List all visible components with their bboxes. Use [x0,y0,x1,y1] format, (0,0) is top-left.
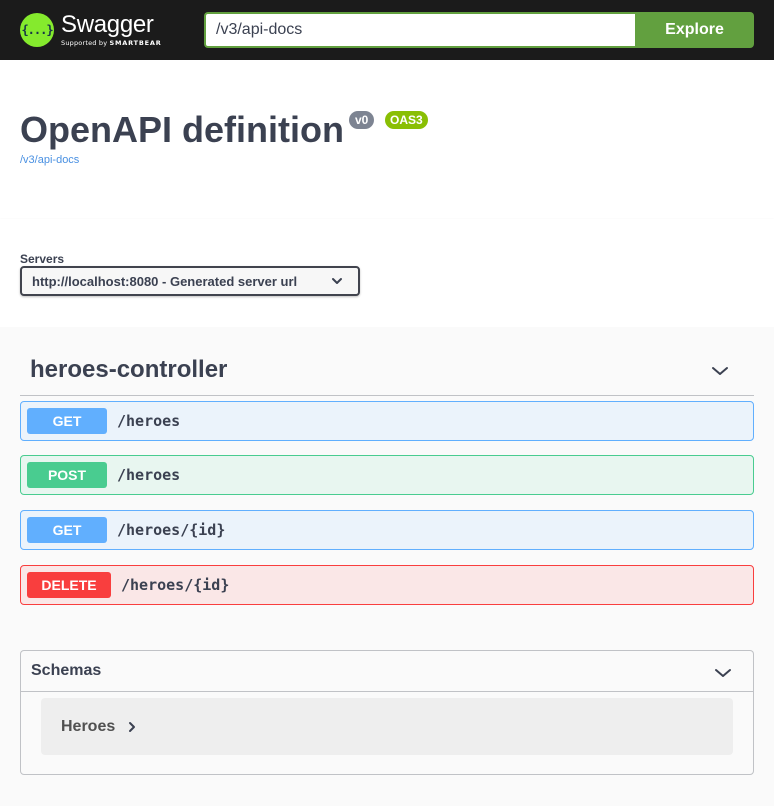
servers-label: Servers [20,252,65,266]
version-badge: v0 [349,111,375,129]
model-name: Heroes [61,717,116,735]
chevron-right-icon[interactable] [127,721,137,733]
schemas-section: Schemas Heroes [20,650,754,775]
chevron-down-icon [330,274,344,293]
chevron-down-icon[interactable] [710,361,730,386]
explore-button[interactable]: Explore [635,12,754,48]
api-url-input[interactable] [204,12,635,48]
operation-path: /heroes [117,466,181,484]
schemas-title: Schemas [31,662,102,679]
model-heroes[interactable]: Heroes [41,698,733,755]
logo-name: Swagger [61,10,154,38]
swagger-logo-icon: {...} [20,13,54,47]
logo-text: Swagger Supported by SMARTBEAR [61,10,162,48]
schemas-header[interactable]: Schemas [21,651,753,692]
servers-select[interactable]: http://localhost:8080 - Generated server… [20,266,360,296]
topbar: {...} Swagger Supported by SMARTBEAR Exp… [0,0,774,60]
operation-path: /heroes/{id} [117,521,226,539]
swagger-logo[interactable]: {...} Swagger Supported by SMARTBEAR [20,11,162,49]
operation-delete-hero-by-id[interactable]: DELETE /heroes/{id} [20,565,754,605]
logo-subtitle: Supported by SMARTBEAR [61,39,162,48]
operation-get-heroes[interactable]: GET /heroes [20,401,754,441]
operation-path: /heroes [117,412,181,430]
tag-title: heroes-controller [30,356,228,383]
page-title: OpenAPI definition [20,109,344,150]
operation-get-hero-by-id[interactable]: GET /heroes/{id} [20,510,754,550]
method-badge-delete: DELETE [27,572,111,598]
logo-subtitle-brand: SMARTBEAR [109,38,162,47]
method-badge-get: GET [27,517,107,543]
operation-path: /heroes/{id} [121,576,230,594]
method-badge-get: GET [27,408,107,434]
logo-subtitle-prefix: Supported by [61,38,108,47]
servers-section: Servers http://localhost:8080 - Generate… [0,219,774,327]
oas-badge: OAS3 [385,111,428,129]
chevron-down-icon[interactable] [713,663,733,688]
method-badge-post: POST [27,462,107,488]
operation-post-heroes[interactable]: POST /heroes [20,455,754,495]
tag-header-heroes-controller[interactable]: heroes-controller [20,345,754,396]
servers-selected-value: http://localhost:8080 - Generated server… [32,273,298,289]
api-docs-link[interactable]: /v3/api-docs [20,154,79,166]
logo-mark-glyph: {...} [21,23,53,37]
